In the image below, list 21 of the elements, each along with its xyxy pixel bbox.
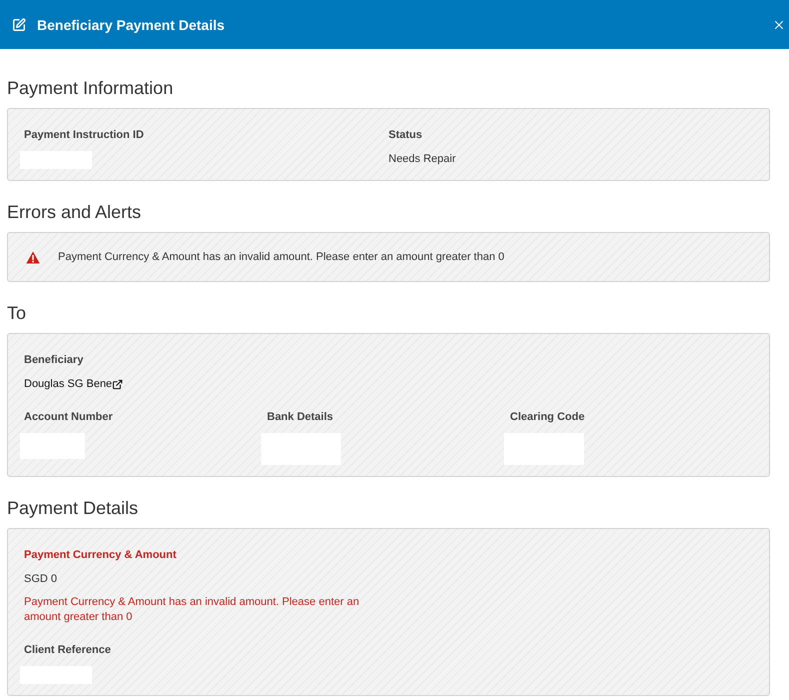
field-label: Clearing Code xyxy=(510,410,585,425)
section-title: To xyxy=(7,302,28,325)
field-label: Account Number xyxy=(24,410,113,425)
dialog-title: Beneficiary Payment Details xyxy=(37,16,226,32)
alert-message: Payment Currency & Amount has an invalid amount. Please enter an amount greater than 0 xyxy=(58,250,504,265)
field-label: Payment Instruction ID xyxy=(24,128,144,143)
field-label: Beneficiary xyxy=(24,353,84,368)
field-value: Needs Repair xyxy=(388,152,456,167)
field-label: Client Reference xyxy=(24,643,111,658)
warning-icon xyxy=(26,250,40,264)
field-value: SGD 0 xyxy=(24,572,58,587)
field-label: Status xyxy=(388,128,422,143)
beneficiary-link[interactable]: Douglas SG Bene xyxy=(24,376,124,392)
section-title: Payment Details xyxy=(7,497,140,520)
section-title: Payment Information xyxy=(7,77,174,100)
field-error-message: Payment Currency & Amount has an invalid amount. Please enter an amount greater than 0 xyxy=(24,595,360,625)
field-label: Bank Details xyxy=(267,410,334,425)
field-label: Payment Currency & Amount xyxy=(24,548,176,563)
external-link-icon xyxy=(112,378,124,390)
section-title: Errors and Alerts xyxy=(7,201,142,224)
edit-icon xyxy=(12,18,26,32)
